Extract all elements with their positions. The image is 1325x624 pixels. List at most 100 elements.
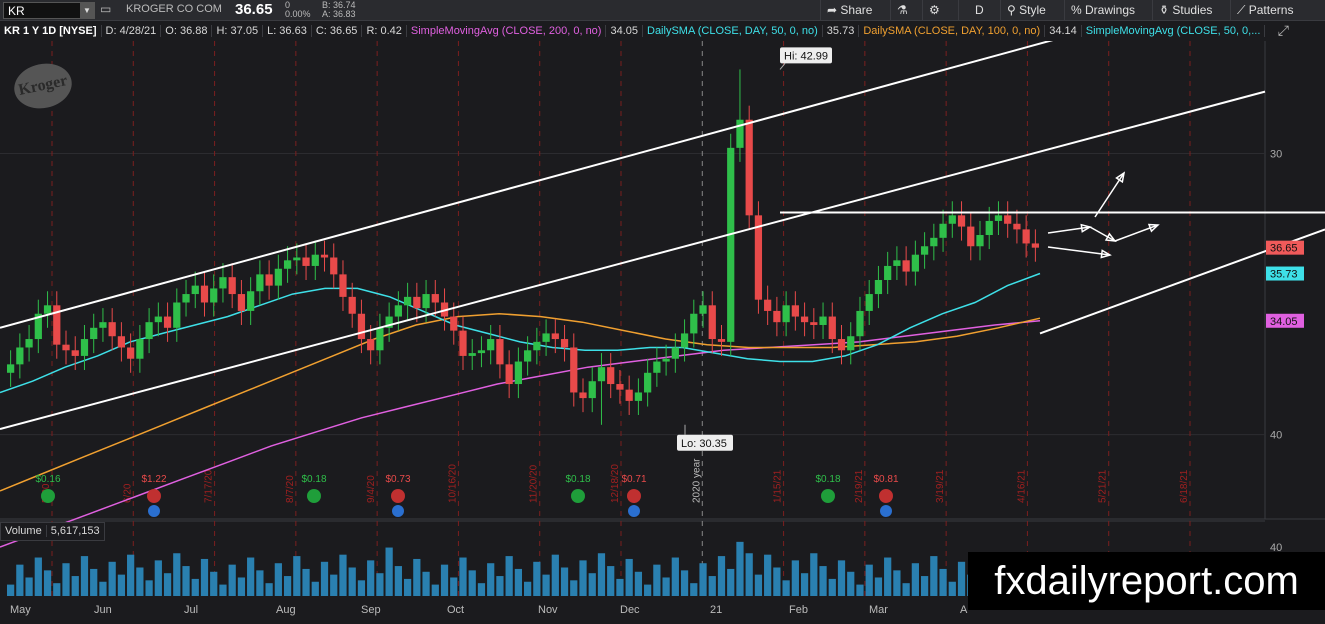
patterns-icon: ⟋: [1237, 3, 1246, 17]
dsma100-label[interactable]: DailySMA (CLOSE, DAY, 100, 0, no): [859, 25, 1046, 37]
trend-line: [0, 34, 1071, 329]
volume-bar: [283, 576, 292, 596]
candle-body: [579, 392, 587, 399]
volume-bar: [930, 556, 938, 596]
drawings-button[interactable]: % Drawings: [1064, 0, 1152, 20]
candle-body: [967, 226, 975, 247]
date-marker-label: 7/17/20: [204, 469, 215, 503]
volume-bar: [320, 561, 329, 596]
candle-body: [7, 364, 15, 373]
volume-bar: [210, 571, 218, 596]
volume-bar: [671, 557, 679, 596]
candle-body: [800, 316, 809, 323]
candle-body: [893, 260, 901, 266]
volume-bar: [496, 576, 504, 596]
candle-body: [274, 268, 282, 286]
studies-button[interactable]: ⚱ Studies: [1152, 0, 1230, 20]
settings-button[interactable]: ⚙: [922, 0, 958, 20]
symbol-box[interactable]: ▼: [3, 2, 95, 19]
hi-callout-line: [779, 63, 786, 70]
flask-button[interactable]: ⚗: [890, 0, 922, 20]
patterns-button[interactable]: ⟋ Patterns: [1230, 0, 1313, 20]
earnings-report-icon: [148, 505, 160, 517]
volume-bar: [616, 578, 624, 596]
candle-body: [662, 358, 670, 362]
candle-body: [708, 305, 716, 340]
event-amount: $0.71: [621, 474, 646, 485]
share-button[interactable]: ➦ Share: [820, 0, 890, 20]
quote-info-icon[interactable]: ▭: [100, 2, 111, 16]
drawings-icon: %: [1071, 3, 1082, 17]
sma50-label[interactable]: SimpleMovingAvg (CLOSE, 50, 0,...: [1081, 25, 1265, 37]
company-name: KROGER CO COM: [126, 3, 222, 15]
volume-bar: [939, 568, 947, 596]
volume-bar: [191, 578, 199, 596]
volume-bar: [764, 554, 772, 596]
candle-body: [856, 310, 864, 337]
date-marker-label: 12/18/20: [610, 464, 621, 503]
symbol-input[interactable]: [8, 3, 78, 18]
sma200-label[interactable]: SimpleMovingAvg (CLOSE, 200, 0, no): [406, 25, 607, 37]
info-date: D: 4/28/21: [101, 25, 162, 37]
date-marker-label: 3/19/21: [935, 469, 946, 503]
volume-bar: [339, 554, 347, 596]
style-icon: ⚲: [1007, 3, 1016, 17]
dsma50-label[interactable]: DailySMA (CLOSE, DAY, 50, 0, no): [643, 25, 823, 37]
volume-bar: [579, 560, 587, 596]
candle-body: [200, 285, 209, 303]
volume-value: 5,617,153: [45, 525, 104, 537]
volume-label: Volume 5,617,153: [0, 522, 105, 541]
date-marker-label: 2020 year: [691, 458, 702, 503]
volume-bar: [394, 566, 402, 596]
volume-bar: [634, 571, 643, 596]
info-high: H: 37.05: [212, 25, 264, 37]
symbol-dropdown-icon[interactable]: ▼: [80, 3, 94, 18]
volume-bar: [90, 568, 98, 596]
volume-bar: [542, 574, 550, 596]
candle-body: [597, 367, 606, 382]
chart-area[interactable]: 40305/206/207/17/208/7/209/4/2010/16/201…: [0, 34, 1325, 619]
event-amount: $1.22: [141, 474, 166, 485]
candle-body: [25, 339, 33, 348]
candle-body: [884, 265, 892, 280]
dsma100-value: 34.14: [1045, 25, 1082, 37]
candle-body: [145, 322, 153, 340]
volume-bar: [468, 570, 476, 596]
candle-body: [154, 316, 162, 323]
study-info-bar: KR 1 Y 1D [NYSE] D: 4/28/21 O: 36.88 H: 37.…: [0, 21, 1265, 41]
volume-bar: [607, 566, 615, 596]
volume-bar: [459, 557, 467, 596]
volume-bar: [948, 581, 956, 596]
volume-bar: [127, 554, 135, 596]
info-close: C: 36.65: [311, 25, 363, 37]
interval-button[interactable]: D: [958, 0, 1000, 20]
volume-bar: [902, 583, 910, 596]
volume-bar: [450, 577, 458, 596]
volume-bar: [43, 570, 52, 596]
volume-bar: [588, 573, 596, 596]
candle-body: [727, 147, 735, 342]
candle-body: [920, 246, 929, 255]
volume-bar: [34, 557, 42, 596]
style-button[interactable]: ⚲ Style: [1000, 0, 1064, 20]
dsma50-value: 35.73: [822, 25, 860, 37]
ask-price: A: 36.83: [322, 9, 356, 19]
event-amount: $0.18: [565, 474, 590, 485]
volume-bar: [847, 571, 855, 596]
candle-body: [810, 322, 818, 325]
expand-icon[interactable]: ⤢: [1278, 22, 1289, 39]
earnings-icon: [627, 489, 641, 503]
volume-bar: [431, 584, 439, 596]
event-amount: $0.16: [35, 474, 60, 485]
volume-bar: [560, 567, 569, 596]
candle-body: [699, 305, 707, 314]
volume-bar: [810, 553, 818, 596]
volume-bar: [782, 580, 790, 596]
date-marker-label: 2/19/21: [854, 469, 865, 503]
volume-bar: [708, 576, 716, 596]
candle-body: [422, 294, 430, 309]
price-tag-label: 34.05: [1270, 316, 1298, 328]
candle-body: [570, 347, 578, 393]
candle-body: [514, 361, 522, 385]
candle-body: [71, 350, 79, 356]
